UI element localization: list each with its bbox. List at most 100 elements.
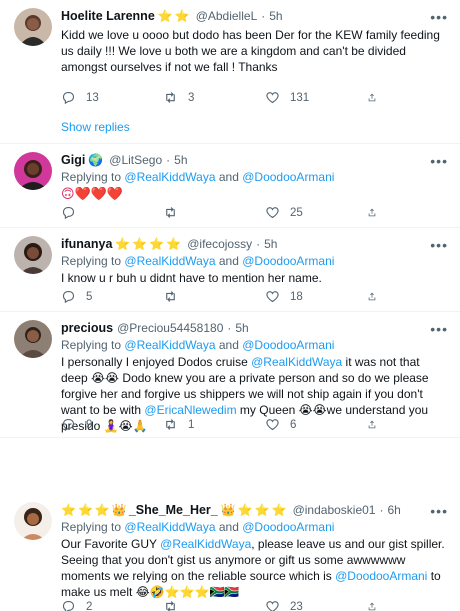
like-button[interactable]: 131 [265,90,367,105]
share-button[interactable] [367,417,387,432]
reply-icon [62,418,75,432]
display-name[interactable]: ifunanya [61,236,112,252]
like-button[interactable]: 25 [265,205,367,220]
tweet-actions: 25 [61,205,391,220]
display-name[interactable]: _She_Me_Her_ [129,502,218,518]
like-button[interactable]: 23 [265,599,367,611]
more-options-icon[interactable]: ••• [430,154,448,168]
reply-count: 5 [86,290,93,303]
timestamp[interactable]: 5h [174,152,187,168]
heart-icon [266,601,279,611]
display-name[interactable]: Gigi [61,152,85,168]
heart-icon [266,92,279,104]
more-options-icon[interactable]: ••• [430,504,448,518]
retweet-icon [166,207,175,218]
mention-link[interactable]: @DoodooArmani [242,338,334,352]
share-button[interactable] [367,205,387,220]
mention-link[interactable]: @RealKiddWaya [124,254,215,268]
retweet-button[interactable]: 3 [163,90,265,105]
divider [0,227,460,228]
retweet-count: 3 [188,91,195,104]
share-icon [368,93,376,102]
retweet-button[interactable]: 1 [163,417,265,432]
tweet-text: Our Favorite GUY @RealKiddWaya, please l… [61,537,445,599]
globe-emoji: 🌍 [88,153,104,167]
timestamp[interactable]: 6h [387,502,400,518]
reply-button[interactable]: 13 [61,90,163,105]
retweet-button[interactable] [163,205,265,220]
mention-link[interactable]: @RealKiddWaya [124,338,215,352]
tweet-actions: 9 1 6 [61,417,391,432]
retweet-button[interactable] [163,599,265,611]
timestamp[interactable]: 5h [235,320,248,336]
replying-to: Replying to @RealKiddWaya and @DoodooArm… [61,254,335,268]
more-options-icon[interactable]: ••• [430,10,448,24]
reply-button[interactable]: 9 [61,417,163,432]
user-handle[interactable]: @LitSego [109,152,162,168]
tweet-actions: 2 23 [61,599,391,611]
avatar[interactable] [14,502,52,540]
timestamp[interactable]: 5h [269,8,282,24]
star-emojis: 👑 ⭐ ⭐ ⭐ [220,503,287,517]
reply-count: 2 [86,600,93,611]
heart-icon [266,419,279,431]
mention-link[interactable]: @EricaNlewedim [144,403,236,417]
user-handle[interactable]: @indaboskie01 [293,502,376,518]
avatar[interactable] [14,236,52,274]
retweet-button[interactable] [163,289,265,304]
divider [0,311,460,312]
mention-link[interactable]: @RealKiddWaya [251,355,342,369]
mention-link[interactable]: @DoodooArmani [335,569,427,583]
star-emojis: ⭐ ⭐ [157,9,190,23]
tweet-text: Kidd we love u oooo but dodo has been De… [61,28,440,74]
show-replies-link[interactable]: Show replies [61,120,130,134]
tweet-actions: 5 18 [61,289,391,304]
divider [0,143,460,144]
avatar[interactable] [14,320,52,358]
display-name[interactable]: Hoelite Larenne [61,8,155,24]
mention-link[interactable]: @DoodooArmani [242,170,334,184]
tweet-header: Gigi 🌍 @LitSego · 5h [61,152,188,168]
mention-link[interactable]: @DoodooArmani [242,520,334,534]
reply-count: 9 [86,418,93,431]
share-icon [368,420,376,429]
mention-link[interactable]: @DoodooArmani [242,254,334,268]
star-emojis: ⭐ ⭐ ⭐ 👑 [61,503,127,517]
share-button[interactable] [367,289,387,304]
like-button[interactable]: 6 [265,417,367,432]
tweet-text: 🙃❤️❤️❤️ [61,186,124,201]
display-name[interactable]: precious [61,320,113,336]
avatar[interactable] [14,152,52,190]
retweet-count: 1 [188,418,195,431]
heart-icon [266,207,279,219]
more-options-icon[interactable]: ••• [430,322,448,336]
more-options-icon[interactable]: ••• [430,238,448,252]
user-handle[interactable]: @ifecojossy [187,236,252,252]
reply-icon [62,290,75,304]
replying-to: Replying to @RealKiddWaya and @DoodooArm… [61,338,335,352]
like-button[interactable]: 18 [265,289,367,304]
reply-button[interactable] [61,205,163,220]
avatar[interactable] [14,8,52,46]
tweet-header: ⭐ ⭐ ⭐ 👑 _She_Me_Her_ 👑 ⭐ ⭐ ⭐ @indaboskie01 · 6… [61,502,401,518]
user-handle[interactable]: @AbdielleL [196,8,258,24]
reply-count: 13 [86,91,99,104]
share-button[interactable] [367,599,387,611]
timestamp[interactable]: 5h [264,236,277,252]
retweet-icon [166,419,175,430]
reply-button[interactable]: 2 [61,599,163,611]
share-icon [368,208,376,217]
mention-link[interactable]: @RealKiddWaya [124,170,215,184]
retweet-icon [166,291,175,302]
heart-icon [266,291,279,303]
mention-link[interactable]: @RealKiddWaya [160,537,251,551]
share-icon [368,292,376,301]
replying-to: Replying to @RealKiddWaya and @DoodooArm… [61,170,335,184]
mention-link[interactable]: @RealKiddWaya [124,520,215,534]
user-handle[interactable]: @Preciou54458180 [117,320,223,336]
share-button[interactable] [367,90,387,105]
reply-button[interactable]: 5 [61,289,163,304]
like-count: 131 [290,91,310,104]
tweet-header: ifunanya ⭐ ⭐ ⭐ ⭐ @ifecojossy · 5h [61,236,278,252]
share-icon [368,602,376,611]
